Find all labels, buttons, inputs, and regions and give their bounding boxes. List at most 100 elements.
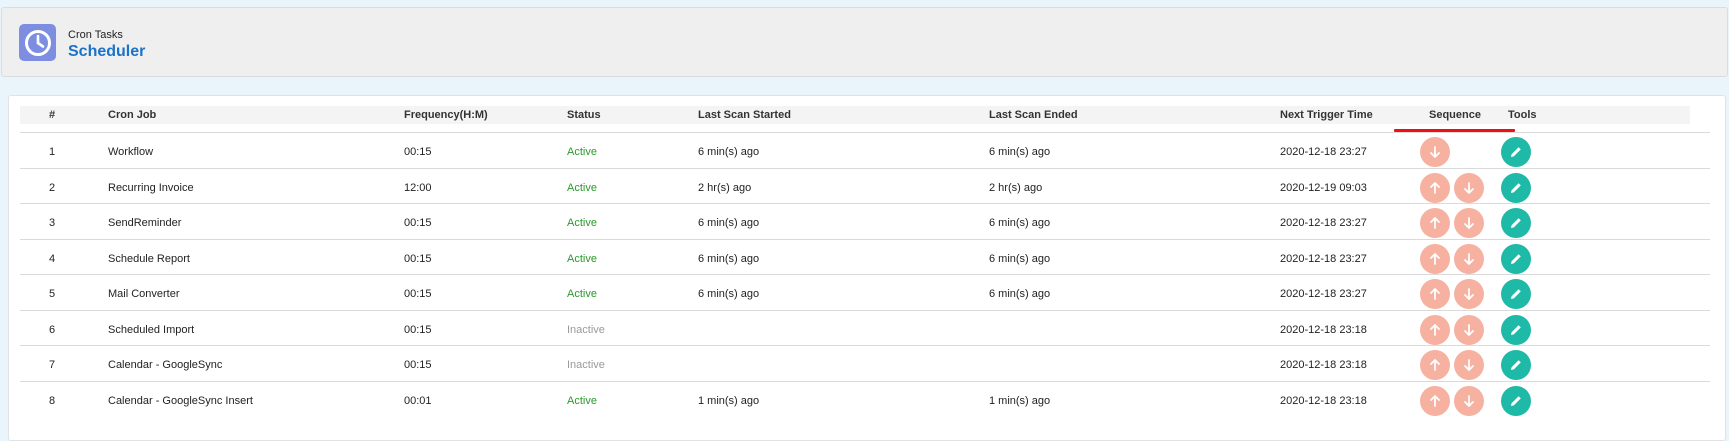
- edit-button[interactable]: [1501, 172, 1531, 203]
- cron-job-name: Schedule Report: [108, 252, 190, 265]
- page-header: Cron Tasks Scheduler: [1, 7, 1728, 77]
- column-header-next-trigger-time[interactable]: Next Trigger Time: [1280, 106, 1373, 124]
- table-row: 3 SendReminder 00:15 Active 6 min(s) ago 6 mi…: [20, 203, 1710, 242]
- row-number: 1: [49, 146, 56, 158]
- move-up-button[interactable]: [1420, 243, 1450, 274]
- cron-job-name: Recurring Invoice: [108, 181, 194, 194]
- pencil-icon: [1509, 181, 1523, 195]
- status-text: Active: [567, 181, 597, 194]
- move-down-button[interactable]: [1420, 137, 1450, 167]
- column-header-cron-job[interactable]: Cron Job: [108, 106, 156, 124]
- last-scan-started: 1 min(s) ago: [698, 394, 760, 407]
- edit-button[interactable]: [1501, 243, 1531, 274]
- frequency: 00:15: [404, 323, 432, 336]
- last-scan-ended: 6 min(s) ago: [989, 217, 1051, 229]
- pencil-icon: [1509, 287, 1523, 301]
- arrow-down-icon: [1428, 145, 1442, 159]
- pencil-icon: [1509, 323, 1523, 337]
- table-row: 4 Schedule Report 00:15 Active 6 min(s) ago 6…: [20, 238, 1710, 278]
- move-down-button[interactable]: [1454, 350, 1484, 380]
- arrow-up-icon: [1428, 252, 1442, 266]
- frequency: 00:15: [404, 146, 432, 158]
- status-text: Active: [567, 394, 597, 407]
- pencil-icon: [1509, 145, 1523, 159]
- column-header-sequence: Sequence: [1429, 109, 1481, 121]
- move-down-button[interactable]: [1454, 172, 1484, 203]
- move-up-button[interactable]: [1420, 350, 1450, 380]
- next-trigger-time: 2020-12-18 23:27: [1280, 288, 1367, 300]
- arrow-down-icon: [1462, 394, 1476, 408]
- page-title: Scheduler: [68, 43, 146, 60]
- column-header-status[interactable]: Status: [567, 106, 601, 124]
- move-up-button[interactable]: [1420, 385, 1450, 416]
- move-down-button[interactable]: [1454, 208, 1484, 238]
- arrow-up-icon: [1428, 216, 1442, 230]
- arrow-up-icon: [1428, 394, 1442, 408]
- edit-button[interactable]: [1501, 385, 1531, 416]
- cron-job-name: Workflow: [108, 146, 154, 158]
- move-up-button[interactable]: [1420, 208, 1450, 238]
- column-header-frequency[interactable]: Frequency(H:M): [404, 106, 488, 124]
- last-scan-ended: 6 min(s) ago: [989, 146, 1051, 158]
- table-row: 8 Calendar - GoogleSync Insert 00:01 Active…: [20, 380, 1710, 420]
- row-number: 4: [49, 252, 56, 265]
- arrow-up-icon: [1428, 181, 1442, 195]
- next-trigger-time: 2020-12-19 09:03: [1280, 181, 1367, 194]
- move-up-button[interactable]: [1420, 314, 1450, 345]
- next-trigger-time: 2020-12-18 23:18: [1280, 359, 1367, 371]
- move-down-button[interactable]: [1454, 243, 1484, 274]
- row-number: 8: [49, 394, 56, 407]
- arrow-up-icon: [1428, 287, 1442, 301]
- edit-button[interactable]: [1501, 350, 1531, 380]
- table-row: 1 Workflow 00:15 Active 6 min(s) ago 6 min(s)…: [20, 132, 1710, 171]
- edit-button[interactable]: [1501, 314, 1531, 345]
- status-text: Active: [567, 288, 597, 300]
- table-row: 2 Recurring Invoice 12:00 Active 2 hr(s) ago…: [20, 167, 1710, 207]
- next-trigger-time: 2020-12-18 23:18: [1280, 394, 1367, 407]
- row-number: 3: [49, 217, 56, 229]
- pencil-icon: [1509, 394, 1523, 408]
- table-header: # Cron Job Frequency(H:M) Status Last Sc…: [20, 106, 1690, 124]
- arrow-down-icon: [1462, 252, 1476, 266]
- arrow-up-icon: [1428, 323, 1442, 337]
- pencil-icon: [1509, 358, 1523, 372]
- table-row: 6 Scheduled Import 00:15 Inactive 2020-12-18…: [20, 309, 1710, 349]
- last-scan-started: 6 min(s) ago: [698, 288, 760, 300]
- arrow-down-icon: [1462, 216, 1476, 230]
- frequency: 00:15: [404, 217, 432, 229]
- frequency: 00:15: [404, 288, 432, 300]
- next-trigger-time: 2020-12-18 23:27: [1280, 146, 1367, 158]
- cron-job-name: Mail Converter: [108, 288, 180, 300]
- last-scan-ended: 2 hr(s) ago: [989, 181, 1043, 194]
- column-header-tools: Tools: [1508, 109, 1537, 121]
- edit-button[interactable]: [1501, 208, 1531, 238]
- column-header-last-scan-started[interactable]: Last Scan Started: [698, 106, 791, 124]
- row-number: 5: [49, 288, 56, 300]
- column-header-last-scan-ended[interactable]: Last Scan Ended: [989, 106, 1078, 124]
- status-text: Active: [567, 217, 597, 229]
- move-down-button[interactable]: [1454, 385, 1484, 416]
- edit-button[interactable]: [1501, 137, 1531, 167]
- frequency: 00:15: [404, 252, 432, 265]
- column-header-num[interactable]: #: [49, 106, 55, 124]
- cron-job-name: SendReminder: [108, 217, 182, 229]
- arrow-down-icon: [1462, 287, 1476, 301]
- status-text: Active: [567, 252, 597, 265]
- status-text: Inactive: [567, 359, 605, 371]
- frequency: 00:01: [404, 394, 432, 407]
- last-scan-started: 6 min(s) ago: [698, 146, 760, 158]
- arrow-down-icon: [1462, 181, 1476, 195]
- cron-job-name: Scheduled Import: [108, 323, 195, 336]
- last-scan-started: 6 min(s) ago: [698, 252, 760, 265]
- move-down-button[interactable]: [1454, 314, 1484, 345]
- edit-button[interactable]: [1501, 279, 1531, 309]
- pencil-icon: [1509, 216, 1523, 230]
- scheduler-table-panel: # Cron Job Frequency(H:M) Status Last Sc…: [8, 95, 1726, 441]
- arrow-up-icon: [1428, 358, 1442, 372]
- row-number: 7: [49, 359, 56, 371]
- next-trigger-time: 2020-12-18 23:18: [1280, 323, 1367, 336]
- table-row: 5 Mail Converter 00:15 Active 6 min(s) ago 6 …: [20, 274, 1710, 313]
- move-down-button[interactable]: [1454, 279, 1484, 309]
- move-up-button[interactable]: [1420, 279, 1450, 309]
- move-up-button[interactable]: [1420, 172, 1450, 203]
